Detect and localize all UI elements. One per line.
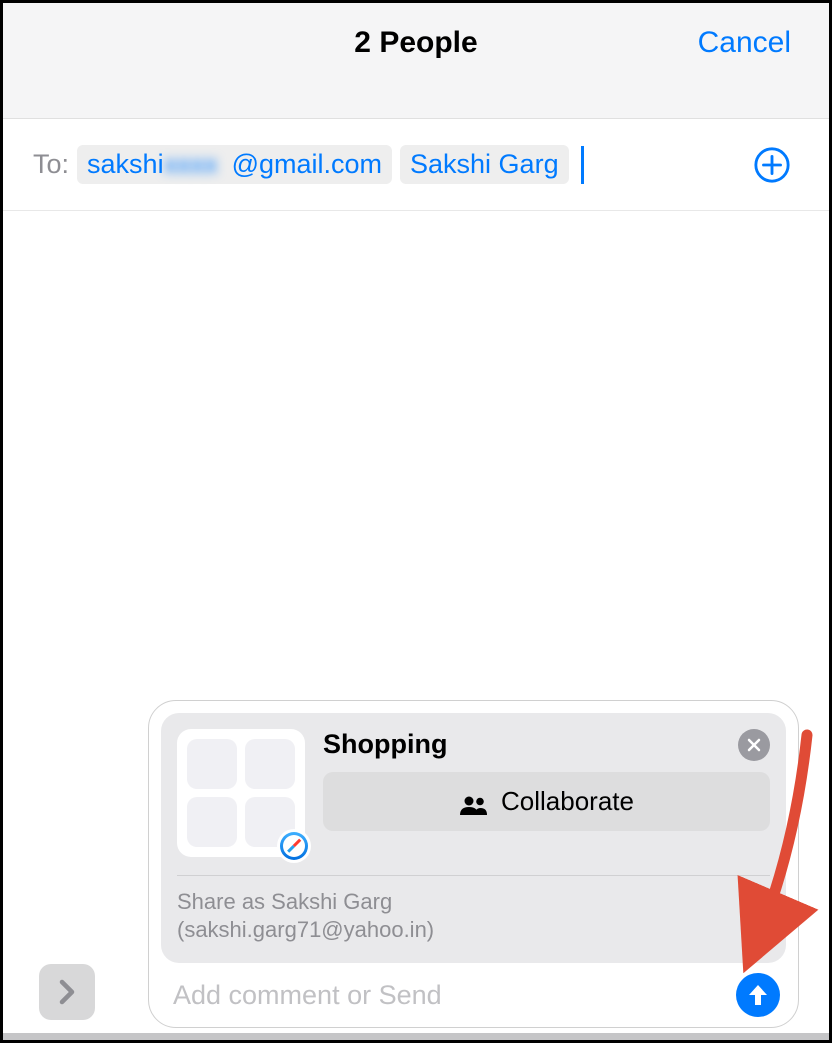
- collaborate-button[interactable]: Collaborate: [323, 772, 770, 831]
- remove-attachment-button[interactable]: [738, 729, 770, 761]
- thumbnail-tile: [187, 739, 237, 789]
- card-top: Shopping Collaborate: [177, 729, 770, 857]
- expand-apps-button[interactable]: [39, 964, 95, 1020]
- thumbnail-tile: [187, 797, 237, 847]
- cancel-button[interactable]: Cancel: [698, 26, 791, 60]
- recipient-pill-name[interactable]: Sakshi Garg: [400, 145, 569, 184]
- recipient-pill-email[interactable]: sakshixxxx@gmail.com: [77, 145, 392, 184]
- to-label: To:: [33, 149, 69, 180]
- input-row: [161, 963, 786, 1027]
- thumbnail-badge: [277, 829, 311, 863]
- add-recipient-button[interactable]: [753, 146, 791, 184]
- modal-header: 2 People Cancel: [3, 3, 829, 119]
- plus-circle-icon: [753, 146, 791, 184]
- attachment-title: Shopping: [323, 729, 770, 760]
- bottom-bar: [3, 1033, 829, 1040]
- share-as-email: (sakshi.garg71@yahoo.in): [177, 916, 770, 945]
- comment-input[interactable]: [173, 980, 726, 1011]
- attachment-card: Shopping Collaborate: [161, 713, 786, 963]
- send-button[interactable]: [736, 973, 780, 1017]
- people-icon: [459, 791, 489, 811]
- attachment-thumbnail: [177, 729, 305, 857]
- compose-area: Shopping Collaborate: [148, 700, 799, 1028]
- close-icon: [746, 737, 762, 753]
- card-content: Shopping Collaborate: [323, 729, 770, 857]
- safari-icon: [280, 832, 308, 860]
- chevron-right-icon: [57, 978, 77, 1006]
- thumbnail-tile: [245, 739, 295, 789]
- collaborate-label: Collaborate: [501, 786, 634, 817]
- share-as-name: Share as Sakshi Garg: [177, 888, 770, 917]
- arrow-up-icon: [747, 983, 769, 1007]
- share-as-info: Share as Sakshi Garg (sakshi.garg71@yaho…: [177, 876, 770, 947]
- text-cursor: [581, 146, 584, 184]
- modal-title: 2 People: [354, 26, 477, 60]
- to-field-row[interactable]: To: sakshixxxx@gmail.com Sakshi Garg: [3, 119, 829, 211]
